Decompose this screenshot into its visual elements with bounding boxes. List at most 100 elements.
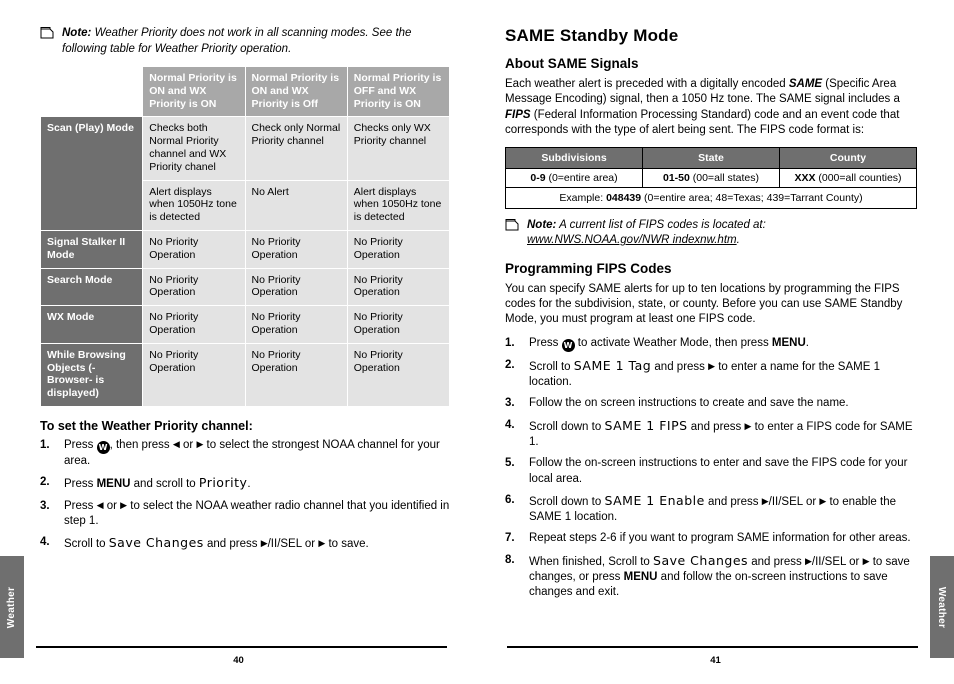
step-number: 1.: [40, 438, 50, 451]
programming-fips-step-1: 1. Press W to activate Weather Mode, then…: [505, 336, 917, 352]
row-label-signal-stalker: Signal Stalker II Mode: [39, 230, 144, 269]
note-text: A current list of FIPS codes is located …: [556, 218, 766, 231]
cell-br-2: No Priority Operation: [244, 342, 348, 407]
fips-header-county: County: [779, 146, 917, 169]
table-row: WX Mode No Priority Operation No Priorit…: [39, 305, 451, 344]
left-page-content: Note: Weather Priority does not work in …: [39, 26, 451, 558]
note-icon: [505, 218, 519, 231]
left-side-tab: Weather: [0, 556, 24, 658]
row-label-scan-mode: Scan (Play) Mode: [39, 116, 144, 231]
cell-search-1: No Priority Operation: [142, 267, 246, 307]
weather-priority-step-3: 3. Press ◀ or ▶ to select the NOAA weathe…: [40, 499, 450, 530]
weather-priority-note: Note: Weather Priority does not work in …: [40, 26, 450, 57]
step-number: 1.: [505, 336, 515, 349]
fips-example-row: Example: 048439 (0=entire area; 48=Texas…: [505, 186, 917, 209]
table-header-col2: Normal Priority is ON and WX Priority is…: [244, 66, 348, 118]
cell-ss-3: No Priority Operation: [346, 230, 451, 269]
cell-br-1: No Priority Operation: [142, 342, 246, 407]
cell-wx-1: No Priority Operation: [142, 305, 246, 344]
step-number: 3.: [505, 397, 515, 410]
cell-ss-1: No Priority Operation: [142, 230, 246, 269]
cell-search-3: No Priority Operation: [346, 267, 451, 307]
fips-value-county: XXX (000=all counties): [779, 167, 917, 188]
right-page-content: SAME Standby Mode About SAME Signals Eac…: [505, 26, 917, 607]
step-text: Scroll down to SAME 1 Enable and press ▶…: [529, 492, 896, 524]
programming-fips-step-5: 5. Follow the on-screen instructions to e…: [505, 456, 917, 487]
fips-codes-note: Note: A current list of FIPS codes is lo…: [505, 218, 917, 249]
table-header-col3: Normal Priority is OFF and WX Priority i…: [346, 66, 451, 118]
step-text: When finished, Scroll to Save Changes an…: [529, 552, 910, 599]
table-row: Scan (Play) Mode Checks both Normal Prio…: [39, 116, 451, 231]
right-page-number: 41: [710, 655, 721, 666]
weather-priority-step-2: 2. Press MENU and scroll to Priority.: [40, 475, 450, 492]
programming-fips-step-2: 2. Scroll to SAME 1 Tag and press ▶ to en…: [505, 358, 917, 391]
about-same-signals-paragraph: Each weather alert is preceded with a di…: [505, 78, 900, 137]
cell-wx-3: No Priority Operation: [346, 305, 451, 344]
programming-fips-heading: Programming FIPS Codes: [505, 260, 672, 276]
steps-heading: To set the Weather Priority channel:: [40, 418, 253, 433]
step-text: Press MENU and scroll to Priority.: [64, 475, 251, 491]
page-title: SAME Standby Mode: [505, 26, 679, 45]
step-number: 3.: [40, 499, 50, 512]
table-header-row: Normal Priority is ON and WX Priority is…: [39, 66, 451, 118]
right-page: SAME Standby Mode About SAME Signals Eac…: [477, 0, 954, 684]
step-text: Repeat steps 2-6 if you want to program …: [529, 532, 911, 545]
cell-search-2: No Priority Operation: [244, 267, 348, 307]
note-label: Note:: [527, 218, 557, 231]
step-text: Press ◀ or ▶ to select the NOAA weather …: [64, 499, 450, 527]
note-label: Note:: [62, 27, 92, 39]
fips-codes-link[interactable]: www.NWS.NOAA.gov/NWR indexnw.htm: [527, 234, 737, 246]
left-footer-rule: [36, 646, 447, 648]
about-same-signals-heading: About SAME Signals: [505, 56, 639, 71]
programming-fips-step-8: 8. When finished, Scroll to Save Changes …: [505, 553, 917, 601]
note-after: .: [736, 234, 740, 247]
row-label-wx-mode: WX Mode: [39, 305, 144, 344]
step-number: 4.: [505, 418, 515, 431]
step-text: Scroll down to SAME 1 FIPS and press ▶ t…: [529, 417, 913, 448]
programming-fips-steps: 1. Press W to activate Weather Mode, then…: [505, 336, 917, 601]
fips-header-state: State: [642, 146, 780, 169]
row-label-search-mode: Search Mode: [39, 267, 144, 307]
left-page-number: 40: [233, 655, 244, 666]
header-text-3: Normal Priority is OFF and WX Priority i…: [353, 72, 442, 110]
left-side-tab-label: Weather: [6, 586, 18, 628]
header-text-1: Normal Priority is ON and WX Priority is…: [149, 72, 237, 110]
step-text: Press W, then press ◀ or ▶ to select the…: [64, 438, 440, 467]
programming-fips-step-7: 7. Repeat steps 2-6 if you want to progra…: [505, 531, 917, 546]
fips-format-table: Subdivisions State County 0-9 (0=entire …: [505, 146, 917, 209]
left-page: Note: Weather Priority does not work in …: [0, 0, 477, 684]
cell-scan-b1: Alert displays when 1050Hz tone is detec…: [142, 179, 246, 232]
cell-scan-b3: Alert displays when 1050Hz tone is detec…: [346, 179, 451, 232]
weather-priority-step-4: 4. Scroll to Save Changes and press ▶/II/…: [40, 535, 450, 552]
step-number: 6.: [505, 493, 515, 506]
right-footer-rule: [507, 646, 918, 648]
fips-header-subdivisions: Subdivisions: [505, 146, 643, 169]
cell-scan-b2: No Alert: [244, 179, 348, 232]
cell-scan-a1: Checks both Normal Priority channel and …: [142, 116, 246, 181]
header-text-2: Normal Priority is ON and WX Priority is…: [251, 72, 340, 110]
table-corner-cell: [39, 66, 144, 118]
step-number: 8.: [505, 553, 515, 566]
row-label-browsing-objects: While Browsing Objects (-Browser- is dis…: [39, 342, 144, 407]
cell-scan-a2: Check only Normal Priority channel: [244, 116, 348, 181]
step-text: Press W to activate Weather Mode, then p…: [529, 336, 809, 352]
cell-br-3: No Priority Operation: [346, 342, 451, 407]
step-number: 2.: [40, 476, 50, 489]
note-text: Weather Priority does not work in all sc…: [62, 27, 412, 55]
cell-wx-2: No Priority Operation: [244, 305, 348, 344]
programming-fips-step-4: 4. Scroll down to SAME 1 FIPS and press ▶…: [505, 418, 917, 451]
weather-priority-step-1: 1. Press W, then press ◀ or ▶ to select t…: [40, 438, 450, 469]
cell-ss-2: No Priority Operation: [244, 230, 348, 269]
fips-example: Example: 048439 (0=entire area; 48=Texas…: [505, 186, 917, 209]
table-row: Signal Stalker II Mode No Priority Opera…: [39, 230, 451, 269]
fips-header-row: Subdivisions State County: [505, 146, 917, 169]
programming-fips-step-6: 6. Scroll down to SAME 1 Enable and press…: [505, 493, 917, 526]
table-header-col1: Normal Priority is ON and WX Priority is…: [142, 66, 246, 118]
right-side-tab: Weather: [930, 556, 954, 658]
step-text: Scroll to Save Changes and press ▶/II/SE…: [64, 535, 369, 551]
note-icon: [40, 27, 54, 39]
step-number: 5.: [505, 457, 515, 470]
step-number: 7.: [505, 532, 515, 545]
weather-priority-table: Normal Priority is ON and WX Priority is…: [39, 66, 451, 407]
step-number: 2.: [505, 358, 515, 371]
